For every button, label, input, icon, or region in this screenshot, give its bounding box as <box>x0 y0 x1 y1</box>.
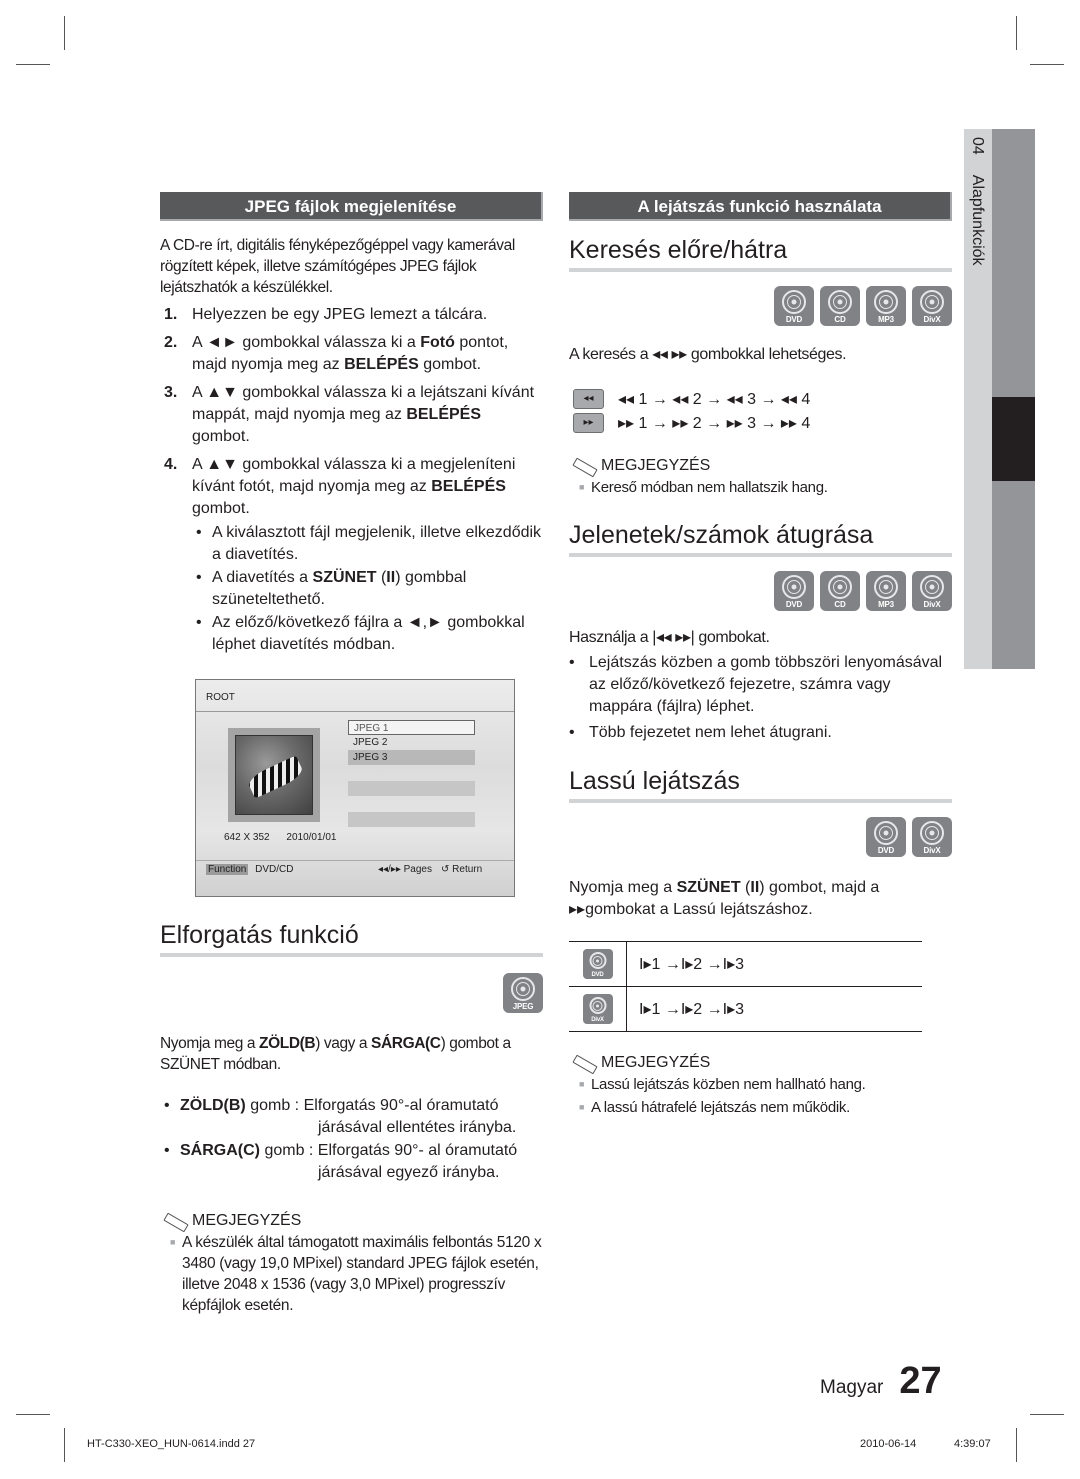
supported-media: DVD CD MP3 DivX <box>569 286 952 326</box>
jpeg-browser-screenshot: ROOT JPEG 1 JPEG 2 JPEG 3 642 X 352 2010… <box>195 679 515 897</box>
divx-disc-icon: DivX <box>912 571 952 611</box>
chapter-label: 04Alapfunkciók <box>969 137 986 266</box>
section-title-playback: A lejátszás funkció használata <box>569 192 952 221</box>
crop-mark <box>1016 16 1017 50</box>
slow-speed-table: DVD I▸1 →I▸2 →I▸3 DivX I▸1 →I▸2 →I▸3 <box>569 941 922 1032</box>
divx-disc-icon: DivX <box>582 994 613 1024</box>
crop-mark <box>1030 1414 1064 1415</box>
jpeg-intro: A CD-re írt, digitális fényképezőgéppel … <box>160 237 515 296</box>
bullet-item: • Több fejezetet nem lehet átugrani. <box>569 724 832 741</box>
photo-resolution: 642 X 352 <box>224 832 270 843</box>
photo-date: 2010/01/01 <box>286 832 337 843</box>
cd-disc-icon: CD <box>820 286 860 326</box>
crop-mark <box>64 16 65 50</box>
supported-media: DVD DivX <box>569 817 952 857</box>
dvd-disc-icon: DVD <box>582 949 613 979</box>
rewind-button-icon: ◂◂ <box>573 389 604 409</box>
photo-thumbnail <box>228 728 320 822</box>
pencil-icon <box>160 1212 190 1230</box>
step-4: 4. A ▲▼ gombokkal válassza ki a megjelen… <box>164 456 516 517</box>
slow-row-dvd: DVD I▸1 →I▸2 →I▸3 <box>569 942 922 987</box>
rotate-title: Elforgatás funkció <box>160 920 543 957</box>
divx-disc-icon: DivX <box>912 817 952 857</box>
right-column: A lejátszás funkció használata Keresés e… <box>569 192 952 1118</box>
left-column: JPEG fájlok megjelenítése A CD-re írt, d… <box>160 192 543 656</box>
chapter-side-tab: 04Alapfunkciók <box>964 129 1035 669</box>
note-item: ■ A készülék által támogatott maximális f… <box>170 1234 542 1314</box>
slow-row-divx: DivX I▸1 →I▸2 →I▸3 <box>569 987 922 1032</box>
bullet-item: • A diavetítés a SZÜNET (II) gombbal szün… <box>196 569 467 608</box>
folder-root-label: ROOT <box>196 680 514 712</box>
photo-meta: 642 X 352 2010/01/01 <box>224 832 350 843</box>
page-number-value: 27 <box>899 1360 942 1402</box>
search-speed-table: ◂◂ ◂◂ 1 → ◂◂ 2 → ◂◂ 3 → ◂◂ 4 ▸▸ ▸▸ 1 → ▸▸ … <box>569 387 952 435</box>
file-item[interactable]: JPEG 3 <box>348 750 475 765</box>
crop-mark <box>1016 1428 1017 1462</box>
note-heading: MEGJEGYZÉS <box>569 457 952 475</box>
page-number: Magyar 27 <box>820 1360 942 1403</box>
supported-media: DVD CD MP3 DivX <box>569 571 952 611</box>
skip-title: Jelenetek/számok átugrása <box>569 520 952 557</box>
source-label: DVD/CD <box>255 864 294 875</box>
bullet-item: • A kiválasztott fájl megjelenik, illetve… <box>196 524 542 563</box>
empty-slot <box>348 781 475 796</box>
empty-slot <box>348 812 475 827</box>
step-1: 1. Helyezzen be egy JPEG lemezt a tálcár… <box>164 306 488 323</box>
bullet-item: • Az előző/következő fájlra a ◄,► gombokk… <box>196 614 525 653</box>
slow-title: Lassú lejátszás <box>569 766 952 803</box>
mp3-disc-icon: MP3 <box>866 571 906 611</box>
section-title-jpeg: JPEG fájlok megjelenítése <box>160 192 543 221</box>
slug-time: 4:39:07 <box>954 1438 991 1450</box>
note-heading: MEGJEGYZÉS <box>160 1212 543 1230</box>
note-item: ■ Lassú lejátszás közben nem hallható han… <box>579 1076 866 1093</box>
pencil-icon <box>569 457 599 475</box>
file-item[interactable]: JPEG 2 <box>348 735 475 750</box>
rotate-intro: Nyomja meg a ZÖLD(B) vagy a SÁRGA(C) gom… <box>160 1035 511 1073</box>
note-item: ■ Kereső módban nem hallatszik hang. <box>579 479 828 496</box>
skip-intro: Használja a |◂◂ ▸▸| gombokat. <box>569 629 770 646</box>
divx-disc-icon: DivX <box>912 286 952 326</box>
crop-mark <box>16 64 50 65</box>
cd-disc-icon: CD <box>820 571 860 611</box>
bullet-item: • SÁRGA(C) gomb : Elforgatás 90°- al óram… <box>164 1142 518 1181</box>
step-4-bullets: • A kiválasztott fájl megjelenik, illetve… <box>192 522 543 656</box>
crop-mark <box>16 1414 50 1415</box>
butterfly-photo <box>235 735 313 815</box>
forward-row: ▸▸ ▸▸ 1 → ▸▸ 2 → ▸▸ 3 → ▸▸ 4 <box>569 411 952 435</box>
note-item: ■ A lassú hátrafelé lejátszás nem működik… <box>579 1099 850 1116</box>
bullet-item: • ZÖLD(B) gomb : Elforgatás 90°-al óramut… <box>164 1097 517 1136</box>
language-label: Magyar <box>820 1377 884 1398</box>
step-3: 3. A ▲▼ gombokkal válassza ki a lejátsza… <box>164 384 535 445</box>
rotate-section: Elforgatás funkció JPEG Nyomja meg a ZÖL… <box>160 920 543 1316</box>
chapter-marker <box>992 397 1035 481</box>
note-heading: MEGJEGYZÉS <box>569 1054 952 1072</box>
search-intro: A keresés a ◂◂ ▸▸ gombokkal lehetséges. <box>569 346 847 363</box>
jpeg-disc-icon: JPEG <box>503 973 543 1013</box>
file-item[interactable]: JPEG 1 <box>348 720 475 735</box>
forward-button-icon: ▸▸ <box>573 413 604 433</box>
crop-mark <box>1030 64 1064 65</box>
pages-hint: ◂◂/▸▸ Pages <box>378 864 432 875</box>
slug-date: 2010-06-14 <box>860 1438 917 1450</box>
file-slug: HT-C330-XEO_HUN-0614.indd 27 <box>87 1438 256 1450</box>
rotate-buttons-list: • ZÖLD(B) gomb : Elforgatás 90°-al óramut… <box>160 1095 543 1184</box>
step-2: 2. A ◄► gombokkal válassza ki a Fotó pon… <box>164 334 509 373</box>
rewind-row: ◂◂ ◂◂ 1 → ◂◂ 2 → ◂◂ 3 → ◂◂ 4 <box>569 387 952 411</box>
supported-media: JPEG <box>160 973 543 1013</box>
search-title: Keresés előre/hátra <box>569 235 952 272</box>
jpeg-steps: 1. Helyezzen be egy JPEG lemezt a tálcár… <box>160 304 543 520</box>
file-list: JPEG 1 JPEG 2 JPEG 3 <box>348 720 475 827</box>
crop-mark <box>64 1428 65 1462</box>
osd-footer: Function DVD/CD ◂◂/▸▸ Pages ↺ Return <box>196 860 514 897</box>
slow-intro: Nyomja meg a SZÜNET (II) gombot, majd a … <box>569 879 880 918</box>
dvd-disc-icon: DVD <box>866 817 906 857</box>
pencil-icon <box>569 1054 599 1072</box>
function-button[interactable]: Function <box>206 864 249 875</box>
dvd-disc-icon: DVD <box>774 571 814 611</box>
return-hint: ↺ Return <box>441 864 483 875</box>
bullet-item: • Lejátszás közben a gomb többszöri lenyo… <box>569 654 943 715</box>
mp3-disc-icon: MP3 <box>866 286 906 326</box>
dvd-disc-icon: DVD <box>774 286 814 326</box>
